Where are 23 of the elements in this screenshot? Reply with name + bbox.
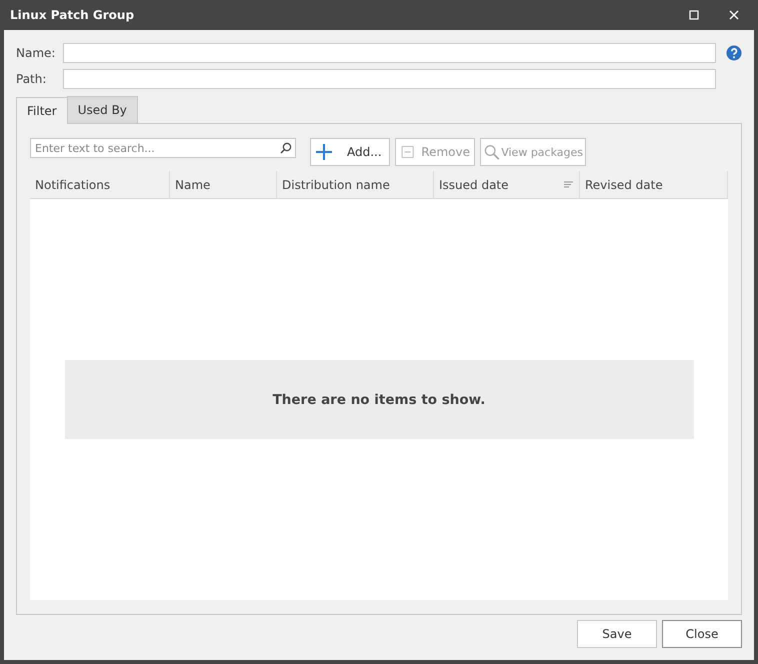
- tab[interactable]: Filter: [16, 97, 68, 124]
- column-header[interactable]: Distribution name: [277, 171, 434, 198]
- column-header[interactable]: Issued date: [434, 171, 580, 198]
- add-button[interactable]: Add...: [310, 138, 390, 166]
- column-header[interactable]: Revised date: [580, 171, 728, 198]
- magnifier-icon: [483, 143, 500, 161]
- input-field[interactable]: [63, 69, 716, 89]
- save-button[interactable]: Save: [577, 620, 657, 648]
- plus-icon: [315, 143, 333, 161]
- empty-message: There are no items to show.: [64, 360, 694, 439]
- close-icon[interactable]: [729, 10, 739, 20]
- search-icon: [280, 142, 292, 154]
- close-button[interactable]: Close: [662, 620, 742, 648]
- field-label: Name:: [16, 46, 56, 60]
- search-field[interactable]: Enter text to search...: [30, 138, 296, 158]
- field-label: Path:: [16, 72, 48, 86]
- window-title: Linux Patch Group: [9, 8, 134, 22]
- column-header[interactable]: Name: [170, 171, 277, 198]
- tab[interactable]: Used By: [66, 96, 138, 123]
- maximize-icon[interactable]: [689, 10, 699, 20]
- minus-box-icon: [400, 143, 416, 161]
- input-field[interactable]: [63, 43, 716, 63]
- column-header[interactable]: Notifications: [30, 171, 170, 198]
